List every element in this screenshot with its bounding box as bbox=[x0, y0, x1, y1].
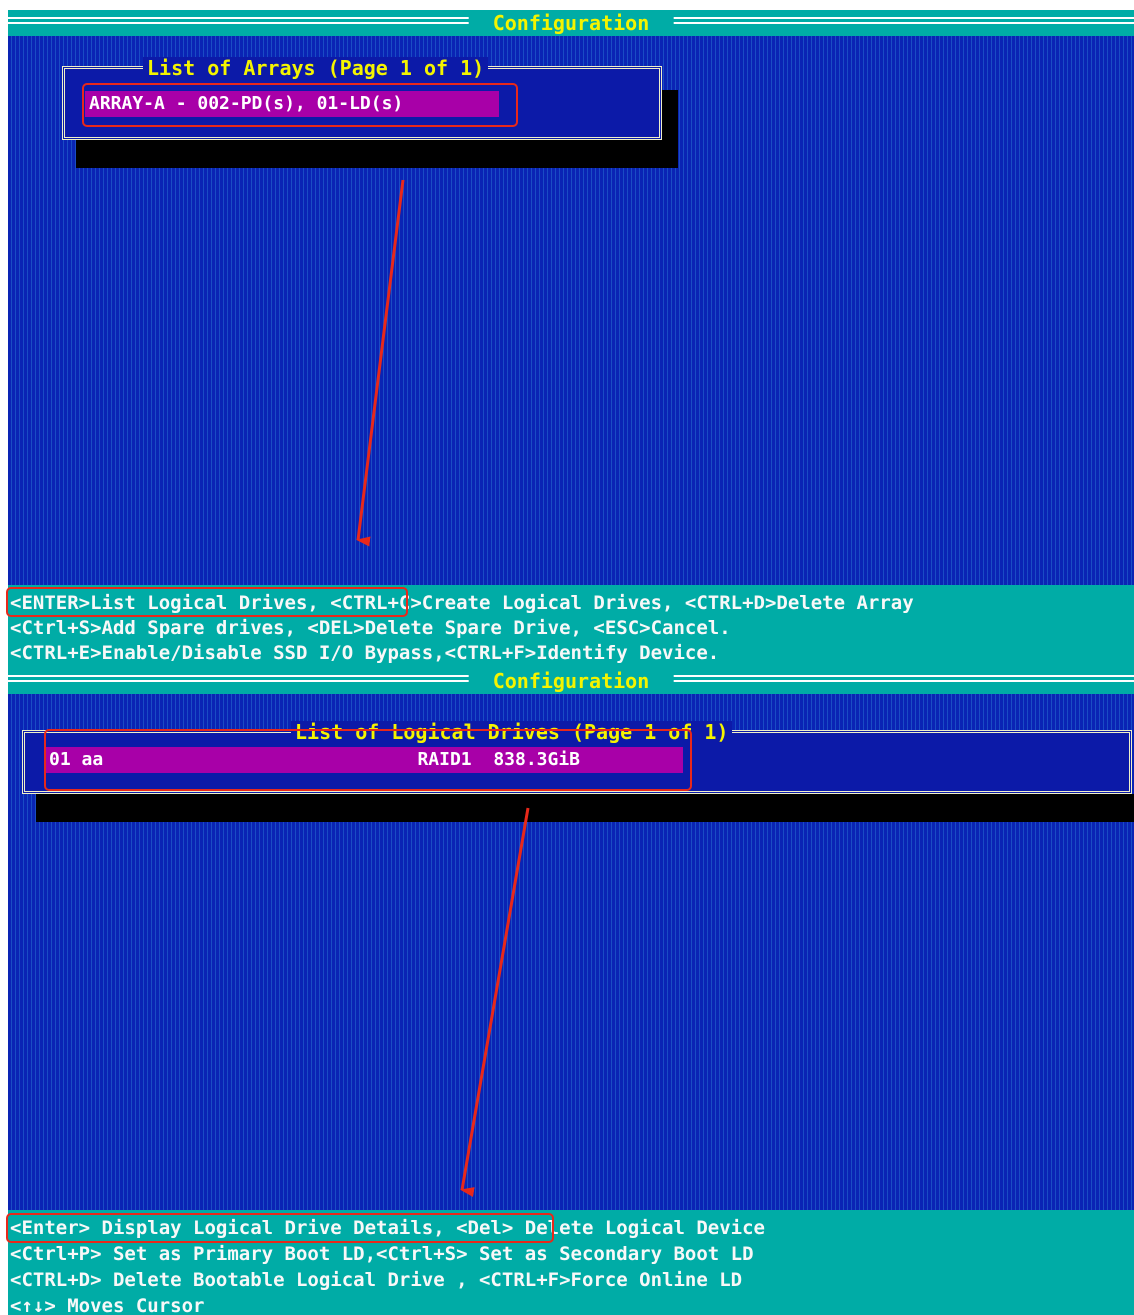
annotation-arrows bbox=[356, 179, 530, 1197]
arrow-down-2 bbox=[460, 807, 530, 1197]
arrow-down-1 bbox=[356, 179, 405, 547]
